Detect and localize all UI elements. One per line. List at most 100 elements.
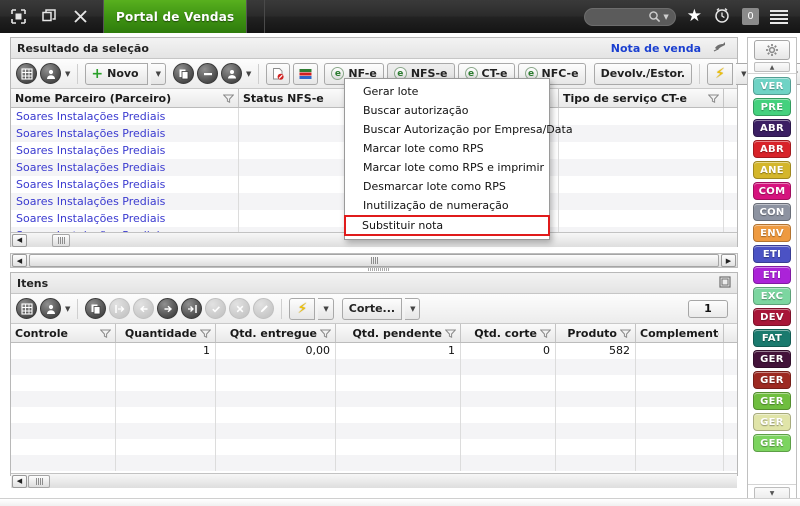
corte-button[interactable]: Corte... (341, 297, 403, 320)
outer-hscrollbar[interactable]: ◀ ▶ (10, 253, 738, 268)
table-row[interactable]: 1 0,00 1 0 582 (11, 343, 737, 359)
table-cell[interactable] (461, 375, 556, 391)
table-cell[interactable] (461, 407, 556, 423)
column-header[interactable]: Qtd. pendente (336, 324, 461, 342)
table-cell[interactable] (461, 359, 556, 375)
chevron-up-icon[interactable]: ▲ (754, 62, 790, 72)
status-pill[interactable]: COM (753, 182, 791, 200)
itens-scroll-thumb[interactable] (28, 474, 50, 488)
status-pill[interactable]: ETI (753, 245, 791, 263)
scroll-thumb[interactable] (52, 233, 70, 247)
column-header[interactable]: Nome Parceiro (Parceiro) (11, 89, 239, 107)
table-cell[interactable] (636, 423, 724, 439)
table-cell[interactable]: Soares Instalações Prediais (11, 125, 239, 142)
pin-icon[interactable] (709, 41, 731, 56)
table-cell[interactable]: Soares Instalações Prediais (11, 210, 239, 227)
table-cell[interactable] (559, 108, 724, 125)
table-cell[interactable] (461, 455, 556, 471)
user-dropdown-caret[interactable]: ▼ (65, 70, 70, 78)
table-row[interactable] (11, 375, 737, 391)
menu-item[interactable]: Inutilização de numeração (345, 196, 549, 215)
table-cell[interactable] (216, 375, 336, 391)
table-cell[interactable] (336, 391, 461, 407)
splitter-grip[interactable] (368, 268, 390, 271)
table-cell[interactable] (239, 142, 349, 159)
column-filter-icon[interactable] (200, 329, 211, 338)
table-cell[interactable] (11, 455, 116, 471)
table-row[interactable] (11, 439, 737, 455)
menu-item[interactable]: Buscar autorização (345, 101, 549, 120)
notification-badge[interactable]: 0 (742, 8, 759, 25)
table-cell[interactable] (559, 210, 724, 227)
table-cell[interactable] (336, 359, 461, 375)
column-header[interactable]: Status NFS-e (239, 89, 349, 107)
gear-icon[interactable] (754, 40, 790, 60)
table-cell[interactable] (336, 375, 461, 391)
column-header[interactable]: Qtd. corte (461, 324, 556, 342)
table-cell[interactable] (636, 343, 724, 359)
corte-dropdown-button[interactable]: ▼ (405, 297, 421, 320)
status-pill[interactable]: ANE (753, 161, 791, 179)
table-cell[interactable] (636, 359, 724, 375)
table-cell[interactable] (636, 391, 724, 407)
search-dropdown-caret[interactable]: ▼ (663, 13, 668, 21)
table-row[interactable] (11, 359, 737, 375)
outer-scroll-thumb[interactable] (29, 254, 719, 267)
record-counter[interactable]: 1 (688, 299, 728, 318)
status-pill[interactable]: ABR (753, 140, 791, 158)
main-menu-icon[interactable] (770, 9, 788, 24)
tab-empty-slot[interactable] (247, 0, 266, 33)
table-row[interactable] (11, 423, 737, 439)
itens-scroll-track[interactable] (50, 474, 737, 489)
table-cell[interactable]: Soares Instalações Prediais (11, 108, 239, 125)
column-filter-icon[interactable] (445, 329, 456, 338)
table-cell[interactable] (636, 407, 724, 423)
table-cell[interactable]: Soares Instalações Prediais (11, 159, 239, 176)
favorites-star-icon[interactable]: ★ (687, 8, 702, 25)
copy-icon[interactable] (173, 63, 195, 84)
table-cell[interactable] (11, 407, 116, 423)
print-icon[interactable] (221, 63, 243, 84)
table-cell[interactable]: 1 (116, 343, 216, 359)
table-cell[interactable] (559, 159, 724, 176)
table-cell[interactable] (556, 423, 636, 439)
table-cell[interactable] (11, 391, 116, 407)
maximize-icon[interactable] (719, 275, 731, 291)
status-pill[interactable]: VER (753, 77, 791, 95)
column-filter-icon[interactable] (620, 329, 631, 338)
table-cell[interactable] (239, 193, 349, 210)
print-dropdown-caret[interactable]: ▼ (246, 70, 251, 78)
status-pill[interactable]: GER (753, 371, 791, 389)
close-icon[interactable] (72, 8, 89, 25)
table-cell[interactable] (559, 125, 724, 142)
table-cell[interactable] (556, 359, 636, 375)
table-cell[interactable] (556, 391, 636, 407)
table-cell[interactable] (216, 455, 336, 471)
table-cell[interactable] (216, 359, 336, 375)
remove-icon[interactable] (197, 63, 219, 84)
status-pill[interactable]: EXC (753, 287, 791, 305)
table-cell[interactable] (116, 375, 216, 391)
status-pill[interactable]: ABR (753, 119, 791, 137)
status-pill[interactable]: GER (753, 413, 791, 431)
table-cell[interactable] (239, 159, 349, 176)
table-cell[interactable] (116, 455, 216, 471)
table-cell[interactable] (216, 439, 336, 455)
report-button[interactable] (293, 62, 319, 85)
alarm-icon[interactable] (713, 6, 731, 27)
scroll-left-arrow[interactable]: ◀ (12, 233, 27, 247)
table-cell[interactable] (636, 455, 724, 471)
table-cell[interactable]: Soares Instalações Prediais (11, 142, 239, 159)
column-filter-icon[interactable] (708, 94, 719, 103)
user-icon[interactable] (40, 298, 61, 319)
itens-scroll-left-arrow[interactable]: ◀ (12, 474, 27, 488)
table-cell[interactable] (116, 359, 216, 375)
status-pill[interactable]: PRE (753, 98, 791, 116)
status-pill[interactable]: ENV (753, 224, 791, 242)
table-cell[interactable] (216, 391, 336, 407)
next-record-icon[interactable] (157, 298, 179, 319)
status-pill[interactable]: GER (753, 350, 791, 368)
column-header[interactable]: Controle (11, 324, 116, 342)
column-header[interactable]: Quantidade (116, 324, 216, 342)
table-cell[interactable]: 0,00 (216, 343, 336, 359)
